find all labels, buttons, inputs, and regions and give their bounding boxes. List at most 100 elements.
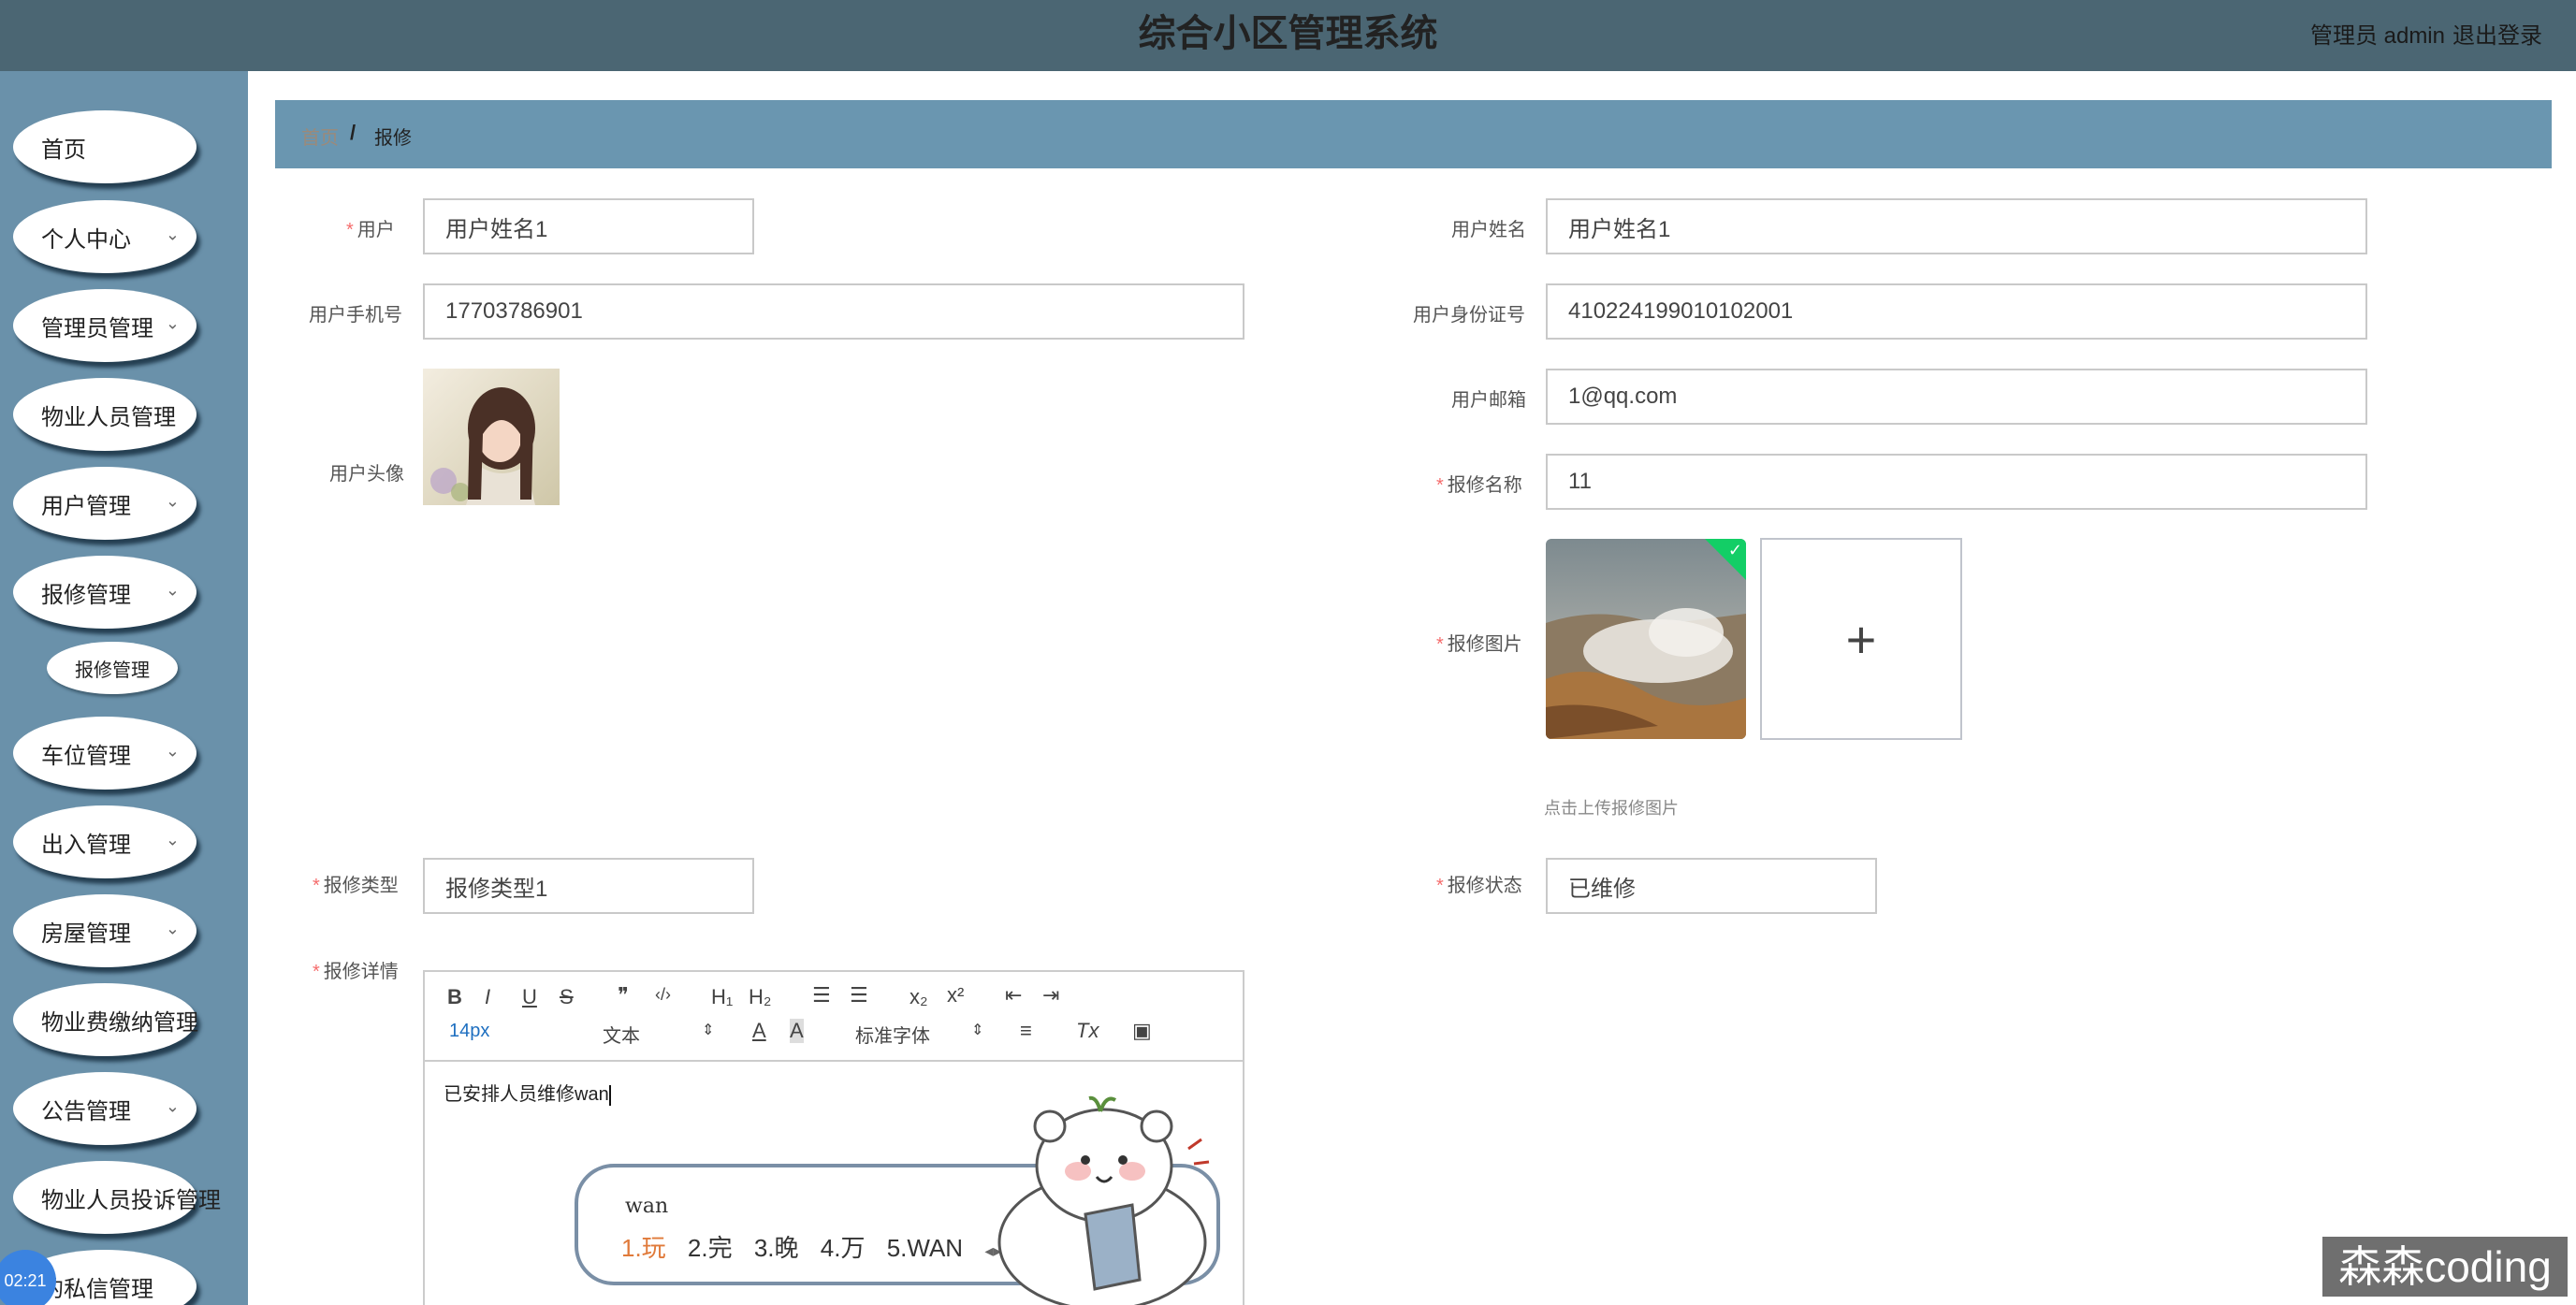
sidebar-item-home[interactable]: 首页 (13, 110, 196, 183)
check-icon: ✓ (1727, 541, 1742, 559)
admin-user-label: 管理员 admin (2309, 23, 2445, 49)
italic-button[interactable]: I (485, 985, 490, 1009)
subscript-button[interactable]: x₂ (910, 985, 928, 1009)
chevron-down-icon: ⌄ (165, 741, 180, 761)
sidebar-item-housing[interactable]: 房屋管理 ⌄ (13, 894, 196, 967)
superscript-button[interactable]: x² (947, 983, 964, 1008)
sidebar-item-label: 房屋管理 (41, 921, 131, 947)
sidebar-item-label: 个人中心 (41, 226, 131, 253)
chevron-down-icon: ⌄ (165, 919, 180, 938)
sidebar-item-personal-center[interactable]: 个人中心 ⌄ (13, 200, 196, 273)
user-avatar (423, 369, 560, 505)
bold-button[interactable]: B (447, 985, 462, 1009)
sidebar-item-staff-complaints[interactable]: 物业人员投诉管理 (13, 1161, 221, 1234)
top-header: 综合小区管理系统 管理员 admin 退出登录 (0, 0, 2576, 71)
app-title: 综合小区管理系统 (1138, 13, 1438, 54)
chevron-down-icon: ⌄ (165, 491, 180, 511)
repair-type-label: * 报修类型 (313, 876, 399, 896)
bear-mascot-icon (997, 1095, 1210, 1305)
ime-candidate[interactable]: 1.玩 (621, 1234, 666, 1262)
phone-field[interactable]: 17703786901 (423, 283, 1244, 340)
avatar-label: 用户头像 (329, 464, 404, 485)
sidebar: 首页 个人中心 ⌄ 管理员管理 ⌄ 物业人员管理 用户管理 ⌄ 报修管理 ⌄ 报修管理 … (0, 71, 248, 1305)
format-select-arrow-icon: ⇕ (702, 1022, 715, 1038)
sidebar-item-parking[interactable]: 车位管理 ⌄ (13, 717, 196, 790)
watermark: 森森coding (2322, 1237, 2568, 1297)
ordered-list-button[interactable]: ☰ (812, 983, 831, 1008)
sidebar-item-repair-management[interactable]: 报修管理 ⌄ (13, 556, 196, 629)
repair-name-field[interactable]: 11 (1546, 454, 2367, 510)
sidebar-item-label: 首页 (41, 137, 86, 163)
user-name-field[interactable]: 用户姓名1 (1546, 198, 2367, 254)
format-select[interactable]: 文本 (603, 1021, 640, 1048)
email-label: 用户邮箱 (1451, 390, 1526, 411)
sidebar-item-admin-management[interactable]: 管理员管理 ⌄ (13, 289, 196, 362)
chevron-down-icon: ⌄ (165, 225, 180, 244)
text-caret (608, 1084, 611, 1106)
insert-image-button[interactable]: ▣ (1132, 1019, 1152, 1043)
repair-name-label: * 报修名称 (1436, 475, 1522, 496)
repair-image-thumbnail[interactable]: ✓ (1546, 539, 1746, 739)
ime-candidate[interactable]: 4.万 (821, 1234, 866, 1262)
email-field[interactable]: 1@qq.com (1546, 369, 2367, 425)
outdent-button[interactable]: ⇤ (1005, 983, 1022, 1008)
sidebar-item-property-fee[interactable]: 物业费缴纳管理 (13, 983, 198, 1056)
sidebar-subitem-repair[interactable]: 报修管理 (47, 642, 178, 694)
strike-button[interactable]: S (560, 985, 574, 1009)
sidebar-item-property-staff[interactable]: 物业人员管理 (13, 378, 196, 451)
phone-label: 用户手机号 (309, 305, 402, 326)
upload-image-button[interactable]: + (1760, 538, 1962, 740)
sidebar-item-label: 物业费缴纳管理 (41, 1009, 198, 1036)
underline-button[interactable]: U (522, 985, 537, 1009)
sidebar-item-label: 用户管理 (41, 493, 131, 519)
editor-toolbar: B I U S ❞ ‹/› H₁ H₂ ☰ ☰ x₂ x² ⇤ ⇥ 14px 文… (425, 972, 1243, 1062)
editor-text: 已安排人员维修wan (444, 1084, 609, 1105)
repair-type-field[interactable]: 报修类型1 (423, 858, 754, 914)
repair-image-label: * 报修图片 (1436, 634, 1522, 655)
sidebar-item-user-management[interactable]: 用户管理 ⌄ (13, 467, 196, 540)
font-size-select[interactable]: 14px (449, 1021, 489, 1042)
chevron-down-icon: ⌄ (165, 580, 180, 600)
repair-status-field[interactable]: 已维修 (1546, 858, 1877, 914)
chevron-down-icon: ⌄ (165, 1096, 180, 1116)
user-field[interactable]: 用户姓名1 (423, 198, 754, 254)
sidebar-item-label: 出入管理 (41, 832, 131, 858)
ime-candidate[interactable]: 2.完 (688, 1234, 733, 1262)
align-button[interactable]: ≡ (1020, 1019, 1032, 1043)
sidebar-item-access[interactable]: 出入管理 ⌄ (13, 805, 196, 878)
font-color-button[interactable]: A (752, 1019, 766, 1043)
sidebar-item-label: 物业人员投诉管理 (41, 1187, 221, 1213)
sidebar-item-label: 物业人员管理 (41, 404, 176, 430)
font-select-arrow-icon: ⇕ (971, 1022, 984, 1038)
editor-content[interactable]: 已安排人员维修wan (444, 1079, 611, 1106)
bullet-list-button[interactable]: ☰ (850, 983, 868, 1008)
breadcrumb-home[interactable]: 首页 (301, 123, 339, 150)
clear-format-button[interactable]: Tx (1076, 1019, 1099, 1043)
indent-button[interactable]: ⇥ (1042, 983, 1059, 1008)
ime-candidate[interactable]: 5.WAN (887, 1234, 963, 1262)
h1-button[interactable]: H₁ (711, 985, 733, 1009)
chevron-down-icon: ⌄ (165, 830, 180, 849)
breadcrumb: 首页 / 报修 (275, 100, 2552, 168)
repair-detail-label: * 报修详情 (313, 962, 399, 982)
sidebar-item-label: 车位管理 (41, 743, 131, 769)
logout-link[interactable]: 退出登录 (2452, 17, 2542, 50)
ime-candidates: 1.玩 2.完 3.晚 4.万 5.WAN ◂▸ (621, 1229, 1016, 1264)
h2-button[interactable]: H₂ (749, 985, 771, 1009)
code-button[interactable]: ‹/› (655, 985, 671, 1005)
user-name-label: 用户姓名 (1451, 220, 1526, 240)
breadcrumb-separator: / (350, 121, 357, 144)
font-family-select[interactable]: 标准字体 (855, 1021, 930, 1048)
id-card-field[interactable]: 410224199010102001 (1546, 283, 2367, 340)
chevron-down-icon: ⌄ (165, 313, 180, 333)
repair-status-label: * 报修状态 (1436, 876, 1522, 896)
ime-candidate[interactable]: 3.晚 (754, 1234, 799, 1262)
id-card-label: 用户身份证号 (1413, 305, 1525, 326)
sidebar-item-announcements[interactable]: 公告管理 ⌄ (13, 1072, 196, 1145)
sidebar-item-label: 报修管理 (41, 582, 131, 608)
blockquote-button[interactable]: ❞ (618, 983, 629, 1008)
ime-pinyin-input: wan (625, 1195, 669, 1218)
breadcrumb-current: 报修 (374, 128, 412, 149)
background-color-button[interactable]: A (790, 1019, 804, 1043)
user-label: * 用户 (346, 220, 395, 240)
